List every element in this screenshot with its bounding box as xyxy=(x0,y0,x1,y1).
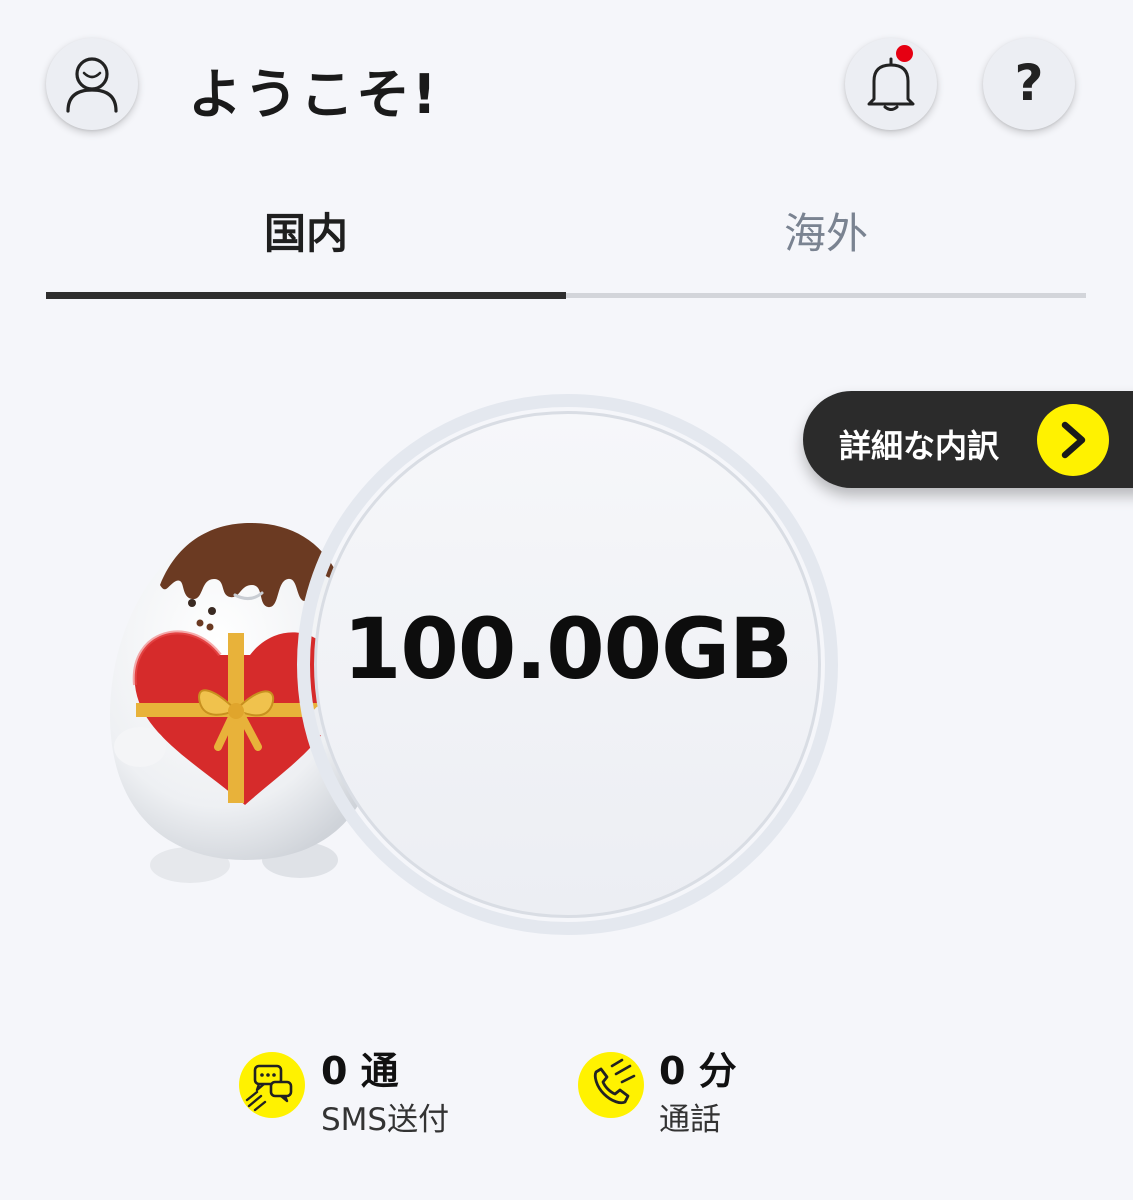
help-button[interactable]: ? xyxy=(983,38,1075,130)
sms-chat-icon xyxy=(239,1052,305,1118)
sms-count: 0 通 xyxy=(321,1049,399,1093)
active-tab-indicator xyxy=(46,292,566,299)
notification-badge xyxy=(896,45,913,62)
sms-label: SMS送付 xyxy=(321,1102,450,1138)
detail-breakdown-button[interactable]: 詳細な内訳 xyxy=(803,391,1133,488)
call-label: 通話 xyxy=(659,1102,721,1138)
call-minutes: 0 分 xyxy=(659,1049,737,1093)
help-icon: ? xyxy=(1014,54,1044,112)
user-avatar-icon xyxy=(66,57,118,113)
welcome-title: ようこそ! xyxy=(188,63,439,126)
bell-icon xyxy=(867,57,915,111)
detail-breakdown-label: 詳細な内訳 xyxy=(839,427,1000,465)
notification-button[interactable] xyxy=(845,38,937,130)
data-remaining-value: 100.00GB xyxy=(342,600,793,698)
tab-overseas[interactable]: 海外 xyxy=(566,200,1086,261)
phone-call-icon xyxy=(578,1052,644,1118)
account-button[interactable] xyxy=(46,38,138,130)
chevron-right-icon xyxy=(1037,404,1109,476)
tab-domestic[interactable]: 国内 xyxy=(46,200,566,261)
